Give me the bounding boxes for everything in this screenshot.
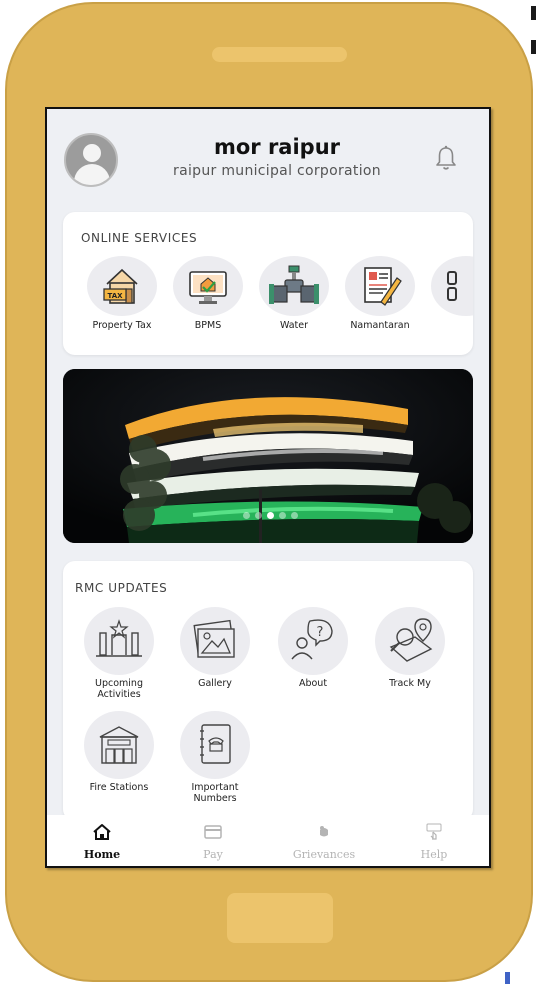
update-label: Fire Stations: [89, 782, 149, 793]
rmc-updates-card: RMC UPDATES Upcoming Activities Gallery …: [63, 561, 473, 821]
upcoming-activities-icon: [84, 607, 154, 675]
namantaran-icon: [345, 256, 415, 316]
service-label: Water: [279, 320, 309, 331]
service-water[interactable]: Water: [250, 256, 338, 331]
update-about[interactable]: ? About: [268, 607, 358, 689]
gallery-icon: [180, 607, 250, 675]
svg-text:?: ?: [317, 625, 324, 640]
carousel-dot[interactable]: [243, 512, 250, 519]
nav-grievances[interactable]: Grievances: [279, 823, 369, 861]
update-label: Gallery: [198, 678, 232, 689]
corner-mark: [531, 6, 536, 20]
nav-home[interactable]: Home: [57, 823, 147, 861]
update-upcoming-activities[interactable]: Upcoming Activities: [74, 607, 164, 700]
update-label: About: [298, 678, 328, 689]
update-label: Track My: [389, 678, 431, 689]
fire-station-icon: [84, 711, 154, 779]
service-more-partial[interactable]: [422, 256, 473, 316]
update-important-numbers[interactable]: Important Numbers: [170, 711, 260, 804]
svg-text:TAX: TAX: [107, 292, 123, 300]
rmc-updates-heading: RMC UPDATES: [75, 581, 168, 595]
phone-speaker: [212, 47, 347, 62]
mockup-stage: mor raipur raipur municipal corporation …: [0, 0, 536, 984]
nav-pay[interactable]: Pay: [168, 823, 258, 861]
online-services-heading: ONLINE SERVICES: [81, 231, 198, 245]
app-title: mor raipur: [213, 135, 341, 159]
service-label: BPMS: [194, 320, 222, 331]
update-label: Important Numbers: [191, 782, 239, 804]
app-subtitle: raipur municipal corporation: [173, 163, 381, 179]
property-tax-icon: TAX: [87, 256, 157, 316]
corner-mark: [531, 40, 536, 54]
service-label: Namantaran: [350, 320, 410, 331]
carousel-dot[interactable]: [255, 512, 262, 519]
notification-bell-icon[interactable]: [435, 145, 457, 171]
nav-label: Pay: [203, 848, 223, 861]
help-icon: [426, 823, 442, 840]
bpms-icon: [173, 256, 243, 316]
important-numbers-icon: [180, 711, 250, 779]
carousel-dots[interactable]: [243, 512, 298, 519]
update-track-my[interactable]: Track My: [365, 607, 455, 689]
service-property-tax[interactable]: TAX Property Tax: [78, 256, 166, 331]
about-icon: ?: [278, 607, 348, 675]
card-icon: [204, 825, 222, 839]
nav-label: Help: [420, 848, 448, 861]
service-namantaran[interactable]: Namantaran: [336, 256, 424, 331]
track-my-icon: [375, 607, 445, 675]
update-label: Upcoming Activities: [95, 678, 143, 700]
avatar[interactable]: [64, 133, 118, 187]
grievances-icon: [320, 826, 328, 837]
bottom-nav: Home Pay Grievances Help: [47, 815, 489, 866]
carousel-dot-active[interactable]: [267, 512, 274, 519]
nav-label: Home: [83, 848, 121, 861]
online-services-card: ONLINE SERVICES TAX Property Tax BPMS Wa…: [63, 212, 473, 355]
home-icon: [93, 824, 111, 840]
phone-home-button: [227, 893, 333, 943]
corner-mark: [505, 972, 510, 984]
carousel-dot[interactable]: [291, 512, 298, 519]
water-tap-icon: [259, 256, 329, 316]
update-gallery[interactable]: Gallery: [170, 607, 260, 689]
update-fire-stations[interactable]: Fire Stations: [74, 711, 164, 793]
app-screen: mor raipur raipur municipal corporation …: [45, 107, 491, 868]
service-label: Property Tax: [92, 320, 152, 331]
banner-carousel[interactable]: [63, 369, 473, 543]
nav-label: Grievances: [292, 848, 356, 861]
carousel-dot[interactable]: [279, 512, 286, 519]
more-service-icon: [431, 256, 473, 316]
app-header: mor raipur raipur municipal corporation: [47, 109, 489, 209]
nav-help[interactable]: Help: [389, 823, 479, 861]
service-bpms[interactable]: BPMS: [164, 256, 252, 331]
